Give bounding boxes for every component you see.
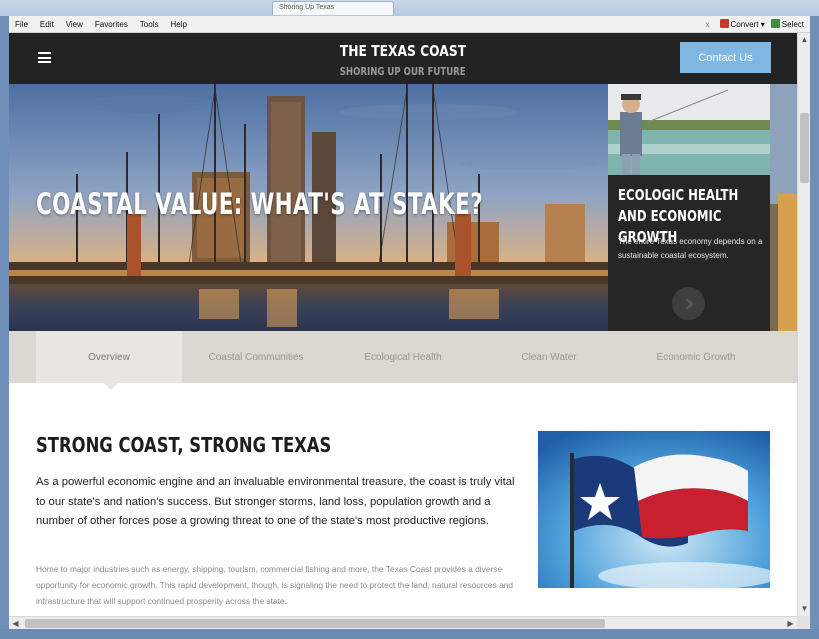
os-taskbar-strip: [0, 629, 819, 639]
tab-ecological-health[interactable]: Ecological Health: [330, 331, 476, 383]
menu-edit[interactable]: Edit: [34, 20, 60, 29]
select-tool-icon: [770, 19, 780, 28]
body-paragraph: Home to major industries such as energy,…: [36, 564, 514, 606]
browser-tab[interactable]: Shoring Up Texas: [272, 1, 394, 15]
horizontal-scroll-thumb[interactable]: [25, 619, 605, 628]
scroll-down-icon[interactable]: ▼: [798, 602, 811, 616]
featured-story-description: The entire Texas economy depends on a su…: [618, 237, 763, 260]
scrollbar-corner: [797, 616, 810, 629]
next-slide-button[interactable]: [672, 287, 705, 320]
vertical-scroll-thumb[interactable]: [800, 113, 809, 183]
lead-paragraph: As a powerful economic engine and an inv…: [36, 476, 515, 527]
tab-clean-water[interactable]: Clean Water: [476, 331, 622, 383]
horizontal-scrollbar[interactable]: ◀ ▶: [9, 616, 797, 629]
site-header: THE TEXAS COAST SHORING UP OUR FUTURE Co…: [9, 33, 797, 84]
menu-tools[interactable]: Tools: [134, 20, 165, 29]
hero-title: COASTAL VALUE: WHAT'S AT STAKE?: [36, 187, 484, 221]
chevron-right-icon: [684, 297, 694, 310]
section-heading: STRONG COAST, STRONG TEXAS: [36, 433, 332, 457]
convert-button[interactable]: Convert ▾: [719, 19, 765, 29]
tab-economic-growth[interactable]: Economic Growth: [622, 331, 770, 383]
scroll-up-icon[interactable]: ▲: [798, 33, 811, 47]
featured-story-card[interactable]: ECOLOGIC HEALTH AND ECONOMIC GROWTH The …: [608, 84, 770, 331]
logo-title: THE TEXAS COAST: [339, 42, 467, 60]
active-tab-pointer: [104, 383, 118, 390]
menu-view[interactable]: View: [60, 20, 89, 29]
logo-tagline: SHORING UP OUR FUTURE: [340, 65, 466, 78]
menu-file[interactable]: File: [9, 20, 34, 29]
pdf-icon: [719, 19, 729, 28]
tab-overview[interactable]: Overview: [36, 331, 182, 383]
select-button[interactable]: Select: [770, 19, 804, 29]
menu-favorites[interactable]: Favorites: [89, 20, 134, 29]
toolbar-close-icon[interactable]: x: [706, 20, 710, 29]
menu-help[interactable]: Help: [164, 20, 192, 29]
tab-coastal-communities[interactable]: Coastal Communities: [182, 331, 330, 383]
texas-flag-photo: [538, 431, 770, 588]
page-viewport: THE TEXAS COAST SHORING UP OUR FUTURE Co…: [9, 33, 797, 616]
vertical-scrollbar[interactable]: ▲ ▼: [797, 33, 810, 616]
browser-menubar: File Edit View Favorites Tools Help x Co…: [9, 16, 810, 33]
select-label: Select: [781, 20, 804, 29]
contact-us-button[interactable]: Contact Us: [680, 42, 771, 73]
fishing-boy-photo: [608, 84, 770, 175]
site-logo[interactable]: THE TEXAS COAST SHORING UP OUR FUTURE: [9, 41, 797, 79]
section-tabs: Overview Coastal Communities Ecological …: [9, 331, 797, 383]
os-title-strip: Shoring Up Texas: [0, 0, 819, 16]
hero-next-slide-peek: [770, 84, 797, 331]
convert-label: Convert: [730, 20, 759, 29]
